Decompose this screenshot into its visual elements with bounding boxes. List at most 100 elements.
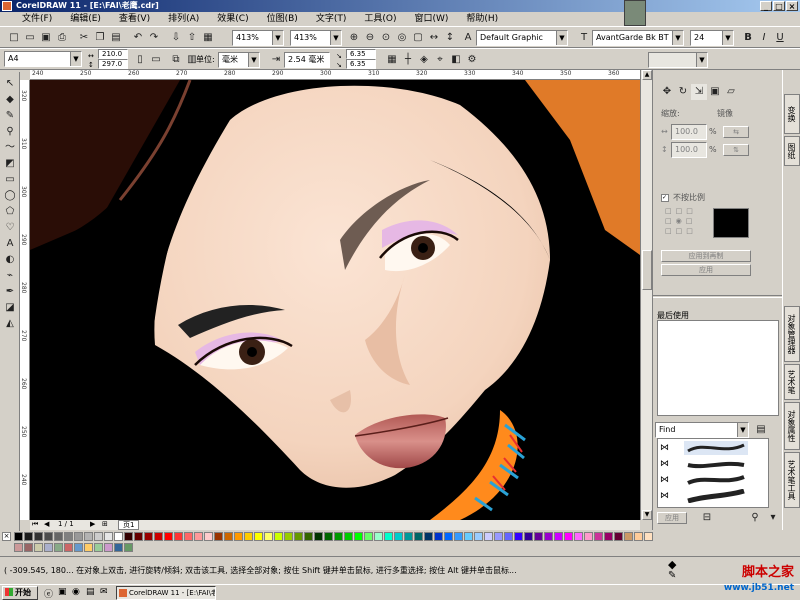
page-tab[interactable]: 页1 (118, 520, 140, 530)
bold-icon[interactable]: B (740, 30, 756, 46)
palette-swatch[interactable] (304, 532, 313, 541)
zoom-height-icon[interactable]: ↕ (442, 30, 458, 46)
palette-swatch[interactable] (644, 532, 653, 541)
polygon-tool-icon[interactable]: ⬠ (2, 204, 18, 220)
palette-swatch[interactable] (494, 532, 503, 541)
menu-file[interactable]: 文件(F) (14, 12, 62, 26)
palette-swatch[interactable] (104, 543, 113, 552)
add-page-icon[interactable]: ⊞ (102, 520, 108, 528)
menu-bitmaps[interactable]: 位图(B) (259, 12, 308, 26)
horizontal-ruler[interactable]: 240 250 260 270 280 290 300 310 320 330 … (30, 70, 640, 80)
brush-stroke-1[interactable] (684, 441, 748, 455)
duplicate-x-input[interactable]: 6.35 (346, 49, 376, 59)
palette-swatch[interactable] (184, 532, 193, 541)
brush-stroke-2[interactable] (684, 457, 748, 471)
maximize-button[interactable]: □ (773, 1, 785, 11)
quicklaunch-media-icon[interactable]: ◉ (72, 587, 80, 597)
font-size-select[interactable]: 24 ▼ (690, 30, 734, 46)
menu-tools[interactable]: 工具(O) (356, 12, 406, 26)
palette-swatch[interactable] (424, 532, 433, 541)
snap-grid-icon[interactable]: ▦ (384, 52, 400, 68)
palette-swatch[interactable] (334, 532, 343, 541)
vertical-scrollbar[interactable]: ▲ ▼ (640, 70, 652, 520)
vertical-ruler[interactable]: 320 310 300 290 280 270 260 250 240 (20, 80, 30, 520)
paper-width-input[interactable]: 210.0 (98, 49, 128, 59)
drawing-canvas[interactable] (30, 80, 640, 520)
palette-swatch[interactable] (604, 532, 613, 541)
save-icon[interactable]: ▣ (38, 30, 54, 46)
palette-swatch[interactable] (344, 532, 353, 541)
palette-swatch[interactable] (554, 532, 563, 541)
browse-icon[interactable]: ▤ (753, 422, 769, 438)
palette-swatch[interactable] (124, 532, 133, 541)
scroll-down-icon[interactable]: ▼ (642, 510, 652, 520)
palette-swatch[interactable] (324, 532, 333, 541)
palette-swatch[interactable] (474, 532, 483, 541)
docker-zoom-icon[interactable]: ⚲ (747, 510, 763, 526)
nudge-input[interactable]: 2.54 毫米 (284, 52, 330, 68)
paste-icon[interactable]: ▤ (108, 30, 124, 46)
palette-swatch[interactable] (64, 543, 73, 552)
export-icon[interactable]: ⇧ (184, 30, 200, 46)
knife-tool-icon[interactable]: ✎ (2, 108, 18, 124)
paper-height-input[interactable]: 297.0 (98, 59, 128, 69)
palette-swatch[interactable] (174, 532, 183, 541)
zoom-out-icon[interactable]: ⊖ (362, 30, 378, 46)
treat-as-filled-icon[interactable]: ◧ (448, 52, 464, 68)
snap-objects-icon[interactable]: ◈ (416, 52, 432, 68)
zoom-in-icon[interactable]: ⊕ (346, 30, 362, 46)
palette-swatch[interactable] (154, 532, 163, 541)
palette-swatch[interactable] (384, 532, 393, 541)
palette-swatch[interactable] (404, 532, 413, 541)
rectangle-tool-icon[interactable]: ▭ (2, 172, 18, 188)
paper-size-select[interactable]: A4 ▼ (4, 51, 82, 67)
palette-swatch[interactable] (364, 532, 373, 541)
palette-swatch[interactable] (414, 532, 423, 541)
brush-stroke-3[interactable] (684, 473, 748, 487)
menu-view[interactable]: 查看(V) (111, 12, 160, 26)
palette-swatch[interactable] (114, 532, 123, 541)
skew-icon[interactable]: ▱ (723, 84, 739, 100)
fill-tool-icon[interactable]: ◪ (2, 300, 18, 316)
find-select[interactable]: Find ▼ (655, 422, 749, 438)
palette-swatch[interactable] (144, 532, 153, 541)
palette-swatch[interactable] (54, 543, 63, 552)
anchor-grid[interactable]: □□□ □◉□ □□□ (665, 206, 697, 236)
open-icon[interactable]: ▭ (22, 30, 38, 46)
palette-swatch[interactable] (44, 532, 53, 541)
import-icon[interactable]: ⇩ (168, 30, 184, 46)
palette-swatch[interactable] (164, 532, 173, 541)
all-pages-icon[interactable]: ⧉ (168, 52, 184, 68)
scroll-thumb[interactable] (642, 250, 652, 290)
position-icon[interactable]: ✥ (659, 84, 675, 100)
palette-swatch[interactable] (574, 532, 583, 541)
palette-swatch[interactable] (544, 532, 553, 541)
palette-swatch[interactable] (24, 532, 33, 541)
palette-swatch[interactable] (134, 532, 143, 541)
graphic-style-select[interactable]: Default Graphic ▼ (476, 30, 568, 46)
palette-swatch[interactable] (194, 532, 203, 541)
palette-swatch[interactable] (394, 532, 403, 541)
scroll-up-icon[interactable]: ▲ (642, 70, 652, 80)
no-color-swatch[interactable]: × (2, 532, 11, 541)
palette-swatch[interactable] (584, 532, 593, 541)
taskbar-coreldraw[interactable]: CorelDRAW 11 - [E:\FAI\老鹰... (116, 586, 216, 600)
palette-swatch[interactable] (214, 532, 223, 541)
tab-artistic-media-tool[interactable]: 艺术笔工具 (784, 452, 800, 508)
shape-tool-icon[interactable]: ◆ (2, 92, 18, 108)
palette-swatch[interactable] (34, 532, 43, 541)
tab-object-properties[interactable]: 对象属性 (784, 402, 800, 450)
palette-swatch[interactable] (264, 532, 273, 541)
interactive-blend-icon[interactable]: ◐ (2, 252, 18, 268)
minimize-button[interactable]: _ (760, 1, 772, 11)
text-tool-icon[interactable]: A (2, 236, 18, 252)
zoom-level-select[interactable]: 413% ▼ (232, 30, 284, 46)
palette-swatch[interactable] (204, 532, 213, 541)
ellipse-tool-icon[interactable]: ◯ (2, 188, 18, 204)
start-button[interactable]: 开始 (2, 586, 38, 600)
docker-menu-icon[interactable]: ▾ (765, 510, 781, 526)
mirror-h-button[interactable]: ⇆ (723, 126, 749, 138)
palette-swatch[interactable] (94, 532, 103, 541)
palette-swatch[interactable] (224, 532, 233, 541)
tab-artistic-media[interactable]: 艺术笔 (784, 364, 800, 400)
